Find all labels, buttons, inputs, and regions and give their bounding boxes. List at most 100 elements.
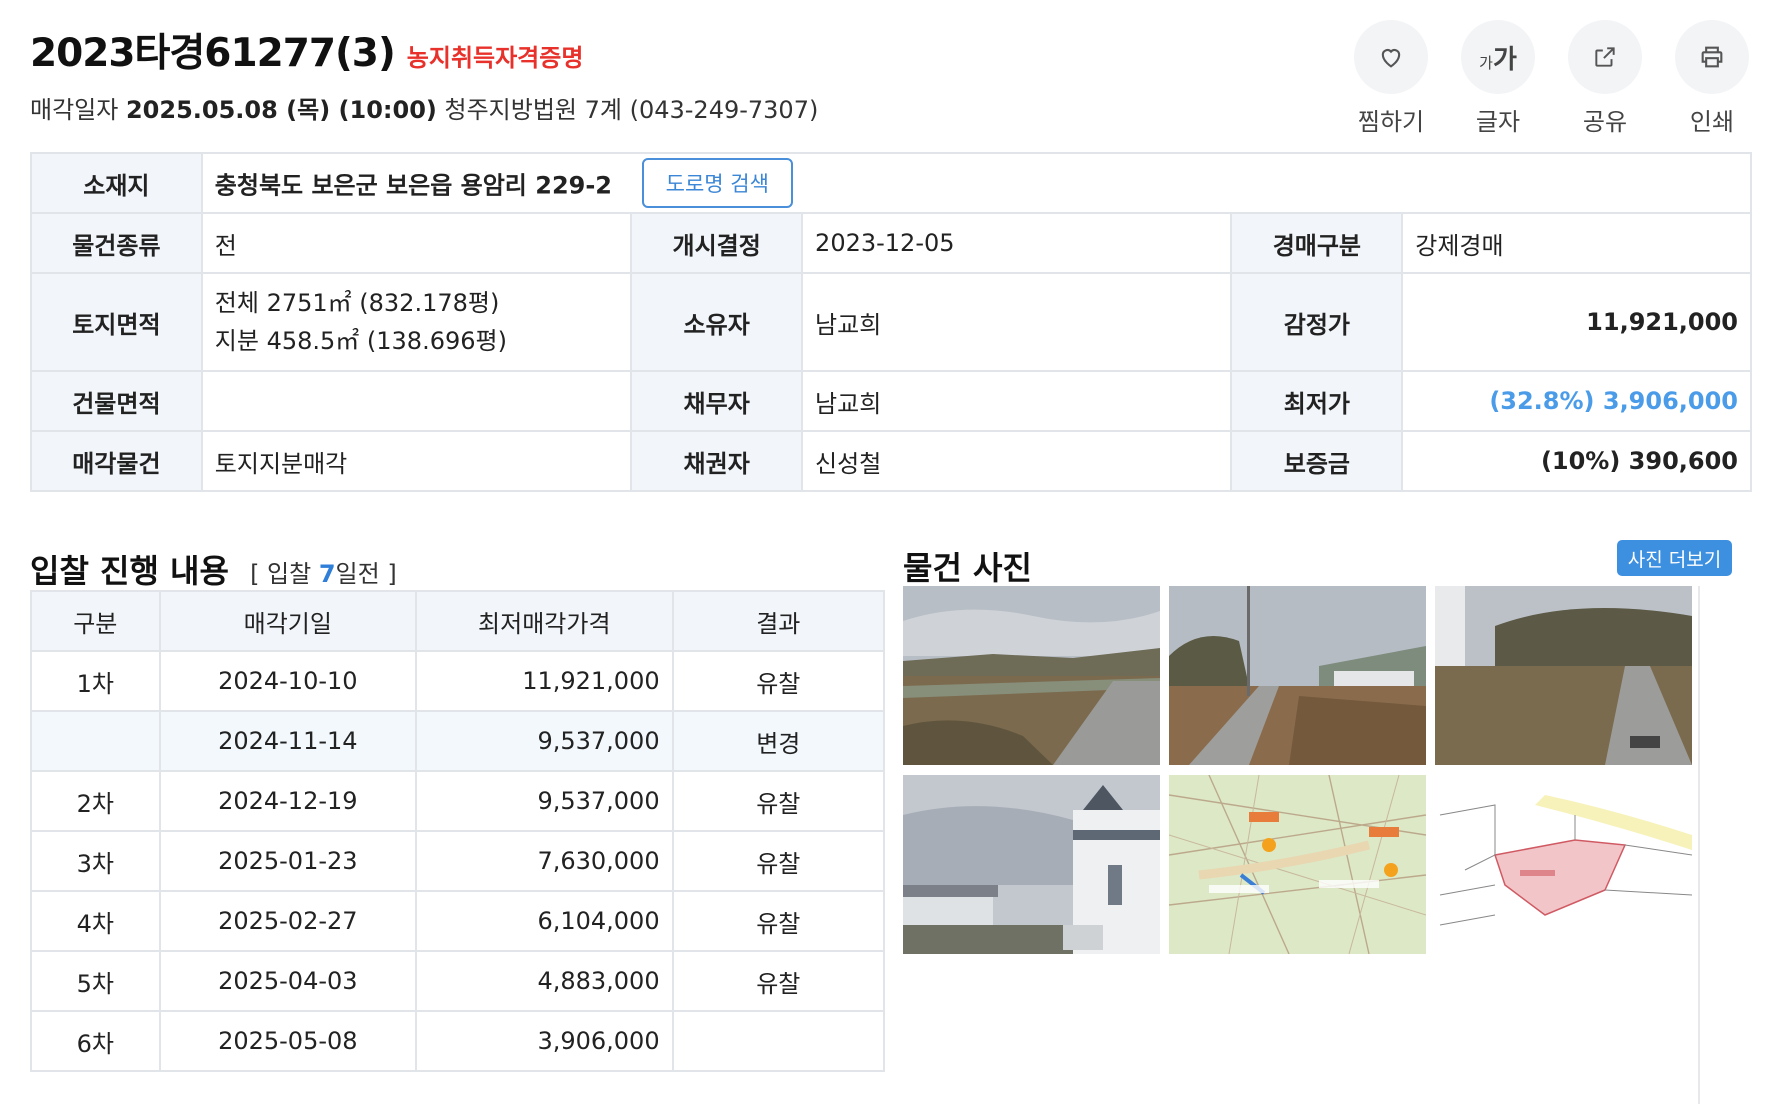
info-row: 물건종류 전 개시결정 2023-12-05 경매구분 강제경매	[30, 212, 1752, 274]
bidding-header-row: 구분 매각기일 최저매각가격 결과	[30, 590, 886, 652]
font-size-button[interactable]: 가가 글자	[1460, 20, 1536, 137]
round: 4차	[30, 890, 161, 952]
owner-value: 남교희	[801, 272, 1233, 372]
price: 3,906,000	[414, 1010, 674, 1072]
auction-type-value: 강제경매	[1401, 212, 1752, 274]
photo-thumbnail[interactable]	[1169, 586, 1426, 765]
minimum-price-value: (32.8%) 3,906,000	[1401, 370, 1752, 432]
share-icon	[1568, 20, 1642, 94]
result	[671, 1010, 886, 1072]
property-info-table: 소재지 충청북도 보은군 보은읍 용암리 229-2 도로명 검색 물건종류 전…	[30, 152, 1753, 492]
round: 5차	[30, 950, 161, 1012]
col-min-price: 최저매각가격	[414, 590, 674, 652]
photo-thumbnail[interactable]	[1435, 775, 1692, 954]
land-area-value: 전체 2751㎡ (832.178평) 지분 458.5㎡ (138.696평)	[200, 272, 633, 372]
print-button[interactable]: 인쇄	[1674, 20, 1750, 137]
info-row: 건물면적 채무자 남교희 최저가 (32.8%) 3,906,000	[30, 370, 1752, 432]
photo-thumbnail[interactable]	[1169, 775, 1426, 954]
date: 2024-10-10	[158, 650, 417, 712]
bidding-table: 구분 매각기일 최저매각가격 결과 1차 2024-10-10 11,921,000…	[30, 590, 886, 1072]
deposit-label: 보증금	[1230, 430, 1404, 492]
appraisal-value: 11,921,000	[1401, 272, 1752, 372]
col-round: 구분	[30, 590, 161, 652]
location-row: 소재지 충청북도 보은군 보은읍 용암리 229-2 도로명 검색	[30, 152, 1753, 214]
price: 4,883,000	[414, 950, 674, 1012]
share-label: 공유	[1582, 108, 1628, 136]
col-result: 결과	[671, 590, 886, 652]
gallery-scroll-divider	[1698, 586, 1700, 1104]
bidding-countdown: [ 입찰 7일전 ]	[250, 560, 397, 588]
building-area-label: 건물면적	[30, 370, 203, 432]
date: 2025-02-27	[158, 890, 417, 952]
deposit-value: (10%) 390,600	[1401, 430, 1752, 492]
minimum-price-label: 최저가	[1230, 370, 1404, 432]
photo-thumbnail[interactable]	[1435, 586, 1692, 765]
bidding-row: 6차 2025-05-08 3,906,000	[30, 1010, 886, 1072]
bidding-section-title: 입찰 진행 내용 [ 입찰 7일전 ]	[30, 546, 397, 592]
round: 3차	[30, 830, 161, 892]
round: 2차	[30, 770, 161, 832]
photo-thumbnail[interactable]	[903, 775, 1160, 954]
more-photos-button[interactable]: 사진 더보기	[1617, 540, 1732, 576]
land-area-share: 지분 458.5㎡ (138.696평)	[214, 327, 507, 355]
land-area-label: 토지면적	[30, 272, 203, 372]
bidding-row: 3차 2025-01-23 7,630,000 유찰	[30, 830, 886, 892]
favorite-label: 찜하기	[1357, 108, 1425, 136]
location-label: 소재지	[30, 152, 203, 214]
result: 유찰	[671, 770, 886, 832]
location-cell: 충청북도 보은군 보은읍 용암리 229-2 도로명 검색	[200, 152, 1753, 214]
days-remaining: 7	[318, 560, 336, 588]
bidding-row: 1차 2024-10-10 11,921,000 유찰	[30, 650, 886, 712]
photos-title: 물건 사진	[903, 549, 1032, 587]
col-sale-date: 매각기일	[158, 590, 417, 652]
sale-date-label: 매각일자	[30, 96, 119, 124]
date: 2024-12-19	[158, 770, 417, 832]
result: 유찰	[671, 650, 886, 712]
page-header: 2023타경61277(3) 농지취득자격증명 매각일자 2025.05.08 …	[30, 20, 1750, 136]
bidding-row: 2차 2024-12-19 9,537,000 유찰	[30, 770, 886, 832]
court-info: 청주지방법원 7계 (043-249-7307)	[444, 96, 819, 124]
creditor-value: 신성철	[801, 430, 1233, 492]
round: 1차	[30, 650, 161, 712]
owner-label: 소유자	[630, 272, 804, 372]
date: 2025-01-23	[158, 830, 417, 892]
land-area-total: 전체 2751㎡ (832.178평)	[214, 289, 500, 317]
debtor-value: 남교희	[801, 370, 1233, 432]
farm-certificate-tag: 농지취득자격증명	[406, 44, 584, 72]
info-row: 토지면적 전체 2751㎡ (832.178평) 지분 458.5㎡ (138.…	[30, 272, 1752, 372]
font-size-icon: 가가	[1461, 20, 1535, 94]
action-toolbar: 찜하기 가가 글자 공유 인쇄	[1353, 20, 1750, 137]
sale-datetime: 2025.05.08 (목) (10:00)	[125, 96, 437, 124]
appraisal-label: 감정가	[1230, 272, 1404, 372]
share-button[interactable]: 공유	[1567, 20, 1643, 137]
price: 6,104,000	[414, 890, 674, 952]
heart-icon	[1354, 20, 1428, 94]
photo-gallery	[903, 586, 1732, 1104]
road-name-search-button[interactable]: 도로명 검색	[641, 158, 793, 208]
creditor-label: 채권자	[630, 430, 804, 492]
auction-type-label: 경매구분	[1230, 212, 1404, 274]
sale-item-label: 매각물건	[30, 430, 203, 492]
favorite-button[interactable]: 찜하기	[1353, 20, 1429, 137]
price: 7,630,000	[414, 830, 674, 892]
result: 유찰	[671, 890, 886, 952]
date: 2025-05-08	[158, 1010, 417, 1072]
price: 11,921,000	[414, 650, 674, 712]
bidding-row: 5차 2025-04-03 4,883,000 유찰	[30, 950, 886, 1012]
result: 유찰	[671, 830, 886, 892]
bidding-row: 4차 2025-02-27 6,104,000 유찰	[30, 890, 886, 952]
round	[30, 710, 161, 772]
info-row: 매각물건 토지지분매각 채권자 신성철 보증금 (10%) 390,600	[30, 430, 1752, 492]
photo-thumbnail[interactable]	[903, 586, 1160, 765]
date: 2025-04-03	[158, 950, 417, 1012]
debtor-label: 채무자	[630, 370, 804, 432]
building-area-value	[200, 370, 633, 432]
result: 유찰	[671, 950, 886, 1012]
price: 9,537,000	[414, 770, 674, 832]
start-decision-label: 개시결정	[630, 212, 804, 274]
date: 2024-11-14	[158, 710, 417, 772]
price: 9,537,000	[414, 710, 674, 772]
print-label: 인쇄	[1689, 108, 1735, 136]
location-address: 충청북도 보은군 보은읍 용암리 229-2	[214, 171, 613, 200]
property-type-value: 전	[200, 212, 633, 274]
